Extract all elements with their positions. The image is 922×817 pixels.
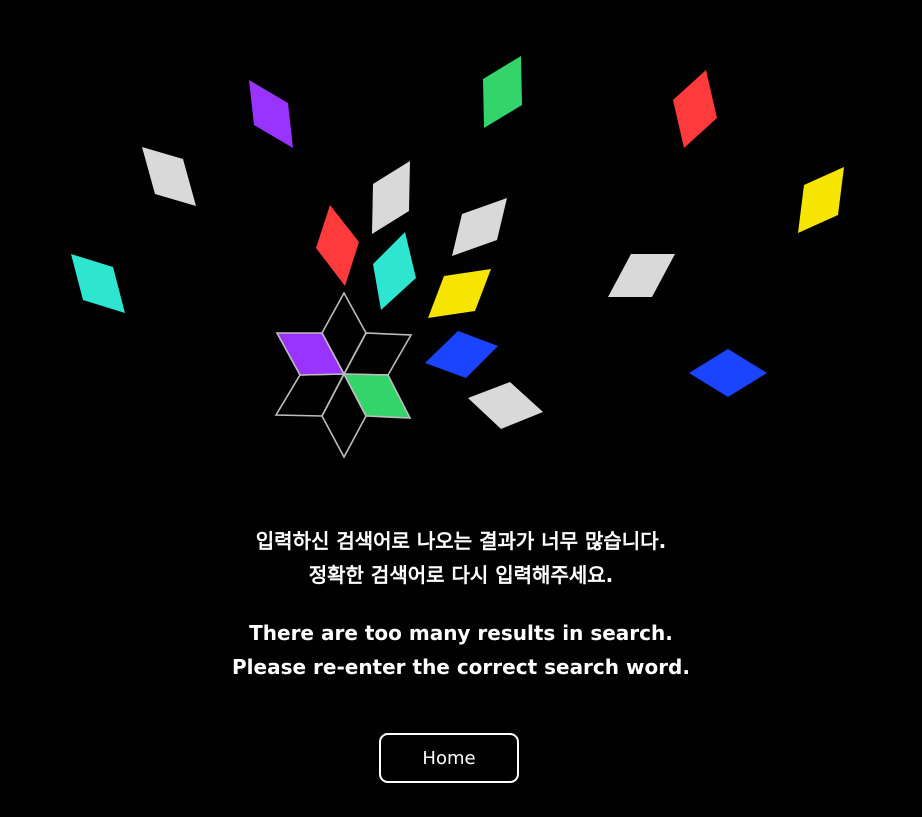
diamond-red	[673, 70, 717, 148]
home-button[interactable]: Home	[379, 733, 519, 783]
diamond-yellow	[428, 269, 491, 318]
error-message-english: There are too many results in search. Pl…	[0, 616, 922, 684]
diamond-red	[316, 205, 359, 286]
diamond-teal	[71, 254, 125, 313]
home-button-label: Home	[422, 747, 476, 769]
error-message-english-line-2: Please re-enter the correct search word.	[232, 655, 690, 679]
diamond-gray	[142, 147, 196, 206]
error-message-english-line-1: There are too many results in search.	[249, 621, 673, 645]
diamond-teal	[373, 232, 416, 310]
star-petal-lower-left	[274, 373, 346, 417]
diamond-gray	[608, 254, 675, 297]
diamond-blue	[689, 349, 767, 397]
star-petal-upper-left	[275, 332, 346, 376]
diamond-gray	[468, 382, 543, 429]
error-message-korean: 입력하신 검색어로 나오는 결과가 너무 많습니다. 정확한 검색어로 다시 입…	[0, 524, 922, 592]
star-petal-upper-right	[342, 332, 413, 376]
diamond-gray	[372, 161, 410, 234]
diamond-gray	[452, 198, 507, 256]
star-petal-lower-right	[342, 373, 412, 419]
diamond-purple	[249, 80, 293, 148]
scattered-diamonds	[71, 56, 844, 429]
error-message-korean-line-2: 정확한 검색어로 다시 입력해주세요.	[308, 563, 614, 587]
error-message-korean-line-1: 입력하신 검색어로 나오는 결과가 너무 많습니다.	[255, 529, 667, 553]
diamond-blue	[425, 331, 498, 378]
diamond-yellow	[798, 167, 844, 233]
diamond-star	[274, 291, 413, 459]
diamond-green	[483, 56, 522, 128]
scattering-diamond-star-icon	[0, 0, 922, 480]
